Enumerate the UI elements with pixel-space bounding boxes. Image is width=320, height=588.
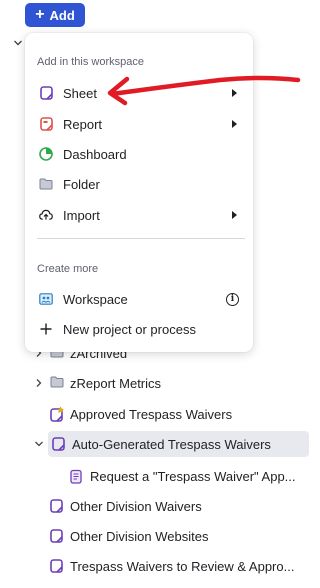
- folder-icon: [50, 376, 64, 390]
- tree-item-label: zReport Metrics: [70, 375, 162, 391]
- dashboard-icon: [39, 147, 53, 161]
- tree-item-approved-trespass-waivers[interactable]: Approved Trespass Waivers: [50, 401, 232, 427]
- add-button[interactable]: + Add: [25, 3, 85, 27]
- menu-item-sheet[interactable]: Sheet: [25, 79, 253, 107]
- form-icon: [69, 469, 83, 484]
- tree-item-label: Trespass Waivers to Review & Appro...: [70, 558, 295, 574]
- tree-item-zreport-metrics[interactable]: zReport Metrics: [34, 370, 161, 396]
- menu-item-label: New project or process: [63, 321, 196, 337]
- tree-item-label: Auto-Generated Trespass Waivers: [72, 436, 271, 452]
- report-icon: [39, 117, 53, 131]
- menu-item-label: Dashboard: [63, 146, 127, 162]
- chevron-down-icon[interactable]: [34, 439, 44, 449]
- menu-divider: [37, 238, 245, 239]
- chevron-right-icon: [232, 211, 237, 219]
- menu-item-new-project[interactable]: New project or process: [25, 315, 253, 343]
- tree-item-auto-generated-trespass-waivers[interactable]: Auto-Generated Trespass Waivers: [34, 431, 309, 457]
- menu-item-folder[interactable]: Folder: [25, 170, 253, 198]
- tree-item-trespass-waivers-review[interactable]: Trespass Waivers to Review & Appro...: [50, 553, 294, 579]
- tree-item-request-trespass-waiver[interactable]: Request a "Trespass Waiver" App...: [69, 463, 296, 489]
- import-icon: [39, 208, 53, 222]
- sheet-icon: [52, 437, 66, 451]
- tree-item-label: Other Division Websites: [70, 528, 209, 544]
- menu-item-report[interactable]: Report: [25, 110, 253, 138]
- plus-icon: +: [35, 6, 45, 23]
- chevron-right-icon: [232, 89, 237, 97]
- tree-item-label: Approved Trespass Waivers: [70, 406, 233, 422]
- selected-row-highlight: Auto-Generated Trespass Waivers: [48, 431, 309, 457]
- folder-icon: [39, 177, 53, 191]
- add-menu: Add in this workspace Sheet Report Dashb…: [25, 33, 253, 352]
- menu-item-label: Import: [63, 207, 100, 223]
- menu-item-import[interactable]: Import: [25, 201, 253, 229]
- menu-item-label: Workspace: [63, 291, 128, 307]
- menu-section-more: Create more: [37, 263, 99, 275]
- sheet-icon: [50, 499, 64, 513]
- menu-item-label: Report: [63, 116, 103, 132]
- tree-item-label: Request a "Trespass Waiver" App...: [90, 468, 296, 484]
- workspace-icon: [39, 292, 53, 306]
- menu-item-workspace[interactable]: Workspace i: [25, 285, 253, 313]
- menu-item-label: Folder: [63, 176, 100, 192]
- tree-item-other-division-waivers[interactable]: Other Division Waivers: [50, 493, 202, 519]
- add-button-label: Add: [49, 7, 75, 23]
- menu-section-workspace: Add in this workspace: [37, 56, 144, 68]
- sheet-icon: [50, 529, 64, 543]
- info-icon[interactable]: i: [226, 292, 239, 306]
- chevron-right-icon: [232, 120, 237, 128]
- plus-icon: [39, 322, 53, 336]
- chevron-right-icon[interactable]: [34, 378, 44, 388]
- starred-sheet-icon: [50, 406, 64, 422]
- sheet-icon: [50, 559, 64, 573]
- tree-item-other-division-websites[interactable]: Other Division Websites: [50, 523, 208, 549]
- menu-item-label: Sheet: [63, 85, 97, 101]
- chevron-down-icon[interactable]: [13, 38, 23, 48]
- sheet-icon: [39, 86, 53, 100]
- menu-item-dashboard[interactable]: Dashboard: [25, 140, 253, 168]
- tree-item-label: Other Division Waivers: [70, 498, 202, 514]
